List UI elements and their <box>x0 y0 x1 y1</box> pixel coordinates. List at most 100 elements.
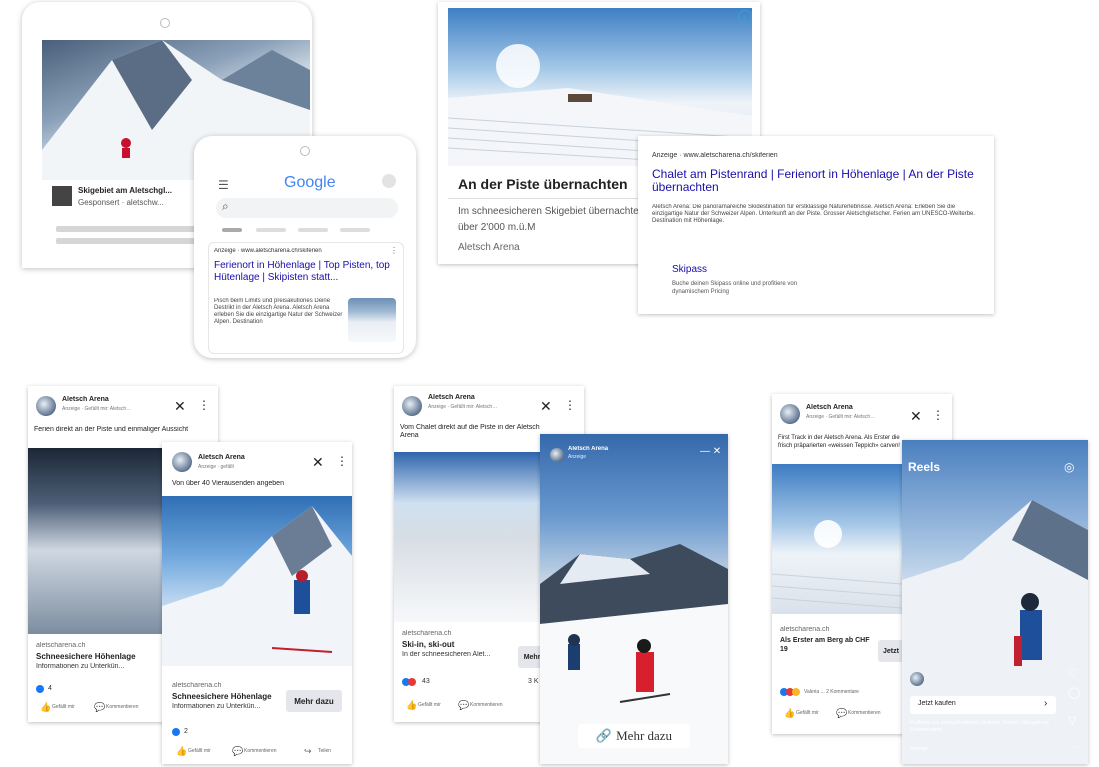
discovery-ad-subtitle: Gesponsert · aletschw... <box>78 198 164 207</box>
more-icon[interactable]: ⋯ <box>1068 742 1078 753</box>
search-icon[interactable]: ⌕ <box>222 199 229 214</box>
link-headline[interactable]: Schneesichere Höhenlage <box>36 652 146 661</box>
reels-skier-illustration <box>902 500 1088 764</box>
avatar[interactable] <box>172 452 192 472</box>
share-label[interactable]: Teilen <box>318 748 348 754</box>
link-headline[interactable]: Als Erster am Berg ab CHF 19 <box>780 636 876 654</box>
post-image[interactable] <box>772 464 902 614</box>
tab-placeholder <box>256 228 286 232</box>
comment-icon[interactable]: 💬 <box>836 708 847 719</box>
comment-label[interactable]: Kommentieren <box>106 704 156 710</box>
ad-headline[interactable]: Ferienort in Höhenlage | Top Pisten, top… <box>214 260 394 286</box>
close-icon[interactable]: ✕ <box>312 454 324 471</box>
comment-label[interactable]: Kommentieren <box>470 702 520 708</box>
close-icon[interactable]: — ✕ <box>700 446 724 457</box>
comment-icon[interactable]: 💬 <box>232 746 243 757</box>
post-image[interactable] <box>162 496 352 666</box>
page-name[interactable]: Aletsch Arena <box>806 404 896 411</box>
ad-thumbnail[interactable] <box>348 298 396 342</box>
more-icon[interactable]: ⋮ <box>390 246 398 255</box>
account-avatar[interactable] <box>382 174 396 188</box>
learn-more-button[interactable]: Mehr dazu <box>286 690 342 712</box>
link-icon: 🔗 <box>595 728 613 743</box>
comment-icon[interactable]: 💬 <box>94 702 105 713</box>
more-icon[interactable]: ⋮ <box>198 398 210 412</box>
first-track-illustration <box>772 520 902 609</box>
search-ad-headline[interactable]: Chalet am Pistenrand | Ferienort in Höhe… <box>652 168 982 196</box>
close-icon[interactable]: ✕ <box>174 398 186 415</box>
comment-label[interactable]: Kommentieren <box>244 748 284 754</box>
more-icon[interactable]: ⋮ <box>932 408 944 422</box>
discovery-ad-logo <box>52 186 72 206</box>
display-ad-title[interactable]: An der Piste übernachten <box>458 176 648 192</box>
sponsored-label: Anzeige <box>910 746 929 752</box>
like-icon[interactable]: 👍 <box>40 702 51 713</box>
discovery-ad-title[interactable]: Skigebiet am Aletschgl... <box>78 186 198 195</box>
link-headline[interactable]: Schneesichere Höhenlage <box>172 692 282 701</box>
cta-button[interactable]: Jetzt <box>878 640 904 662</box>
more-icon[interactable]: ⋮ <box>336 454 348 468</box>
reels-title: Reels <box>908 460 941 474</box>
post-meta: Anzeige · Gefällt mir: Aletsch Arena · g… <box>428 404 498 410</box>
tab-placeholder <box>222 228 242 232</box>
link-headline[interactable]: Ski-in, ski-out <box>402 640 512 649</box>
page-name[interactable]: Aletsch Arena <box>428 394 528 401</box>
reaction-count[interactable]: 4 <box>48 685 68 692</box>
like-label[interactable]: Gefällt mir <box>188 748 218 754</box>
comment-icon[interactable]: ◯ <box>1068 686 1080 699</box>
like-label[interactable]: Gefällt mir <box>52 704 92 710</box>
phone-camera-icon <box>300 146 310 156</box>
post-text: Vom Chalet direkt auf die Piste in der A… <box>400 424 540 439</box>
facebook-post-1b: Aletsch Arena Anzeige · gefällt ✕ ⋮ Von … <box>162 442 352 764</box>
story-cta-label: Mehr dazu <box>616 728 673 743</box>
reels-cta-button[interactable]: Jetzt kaufen › <box>910 696 1056 714</box>
link-domain: aletscharena.ch <box>36 642 86 649</box>
display-ad-line2: über 2'000 m.ü.M <box>458 222 536 233</box>
search-bar[interactable] <box>216 198 398 218</box>
like-icon[interactable]: 👍 <box>406 700 417 711</box>
avatar[interactable] <box>550 448 564 462</box>
reels-cta-label: Jetzt kaufen <box>918 700 956 707</box>
placeholder-line <box>56 238 216 244</box>
love-reaction-icon <box>408 678 416 686</box>
like-label[interactable]: Gefällt mir <box>796 710 826 716</box>
haha-reaction-icon <box>792 688 800 696</box>
reels-caption: Profitiere von unangefochtenen Skitiefen… <box>910 720 1049 733</box>
avatar[interactable] <box>36 396 56 416</box>
reaction-count[interactable]: 2 <box>184 728 204 735</box>
page-name[interactable]: Aletsch Arena <box>62 396 162 403</box>
camera-icon[interactable]: ◎ <box>1064 460 1074 474</box>
avatar[interactable] <box>780 404 800 424</box>
like-label[interactable]: Gefällt mir <box>418 702 448 708</box>
sitelink-title[interactable]: Skipass <box>672 264 792 275</box>
send-icon[interactable]: ▽ <box>1068 714 1076 727</box>
link-domain: aletscharena.ch <box>172 682 222 689</box>
google-search-phone: ☰ Google ⌕ Anzeige · www.aletscharena.ch… <box>194 136 416 358</box>
skier-peak-illustration <box>162 506 352 666</box>
like-icon[interactable]: 👍 <box>784 708 795 719</box>
post-image[interactable] <box>394 452 544 622</box>
comment-icon[interactable]: 💬 <box>458 700 469 711</box>
close-icon[interactable]: ✕ <box>540 398 552 415</box>
like-icon[interactable]: 👍 <box>176 746 187 757</box>
share-icon[interactable]: ↪ <box>304 746 312 757</box>
divider <box>448 198 658 199</box>
menu-icon[interactable]: ☰ <box>218 178 230 192</box>
search-ad-meta: Anzeige · www.aletscharena.ch/skiferien <box>652 152 778 159</box>
ad-choices-icon[interactable]: i <box>738 10 752 24</box>
more-icon[interactable]: ⋮ <box>564 398 576 412</box>
page-name[interactable]: Aletsch Arena <box>198 454 278 461</box>
close-icon[interactable]: ✕ <box>910 408 922 425</box>
page-name[interactable]: Aletsch Arena <box>568 446 648 452</box>
heart-icon[interactable]: ♡ <box>1068 666 1079 680</box>
link-domain: aletscharena.ch <box>780 626 830 633</box>
comment-label[interactable]: Kommentieren <box>848 710 898 716</box>
reaction-summary[interactable]: Valeria ... 2 Kommentare <box>804 689 894 695</box>
avatar[interactable] <box>910 672 924 686</box>
link-description: In der schneesicheren Alet... <box>402 651 491 658</box>
post-text: First Track in der Aletsch Arena. Als Er… <box>778 435 900 449</box>
story-cta-button[interactable]: 🔗 Mehr dazu <box>578 724 690 748</box>
avatar[interactable] <box>402 396 422 416</box>
search-ad-description: Aletsch Arena: Die panoramareiche Skides… <box>652 204 976 224</box>
reaction-count[interactable]: 43 <box>422 678 442 685</box>
